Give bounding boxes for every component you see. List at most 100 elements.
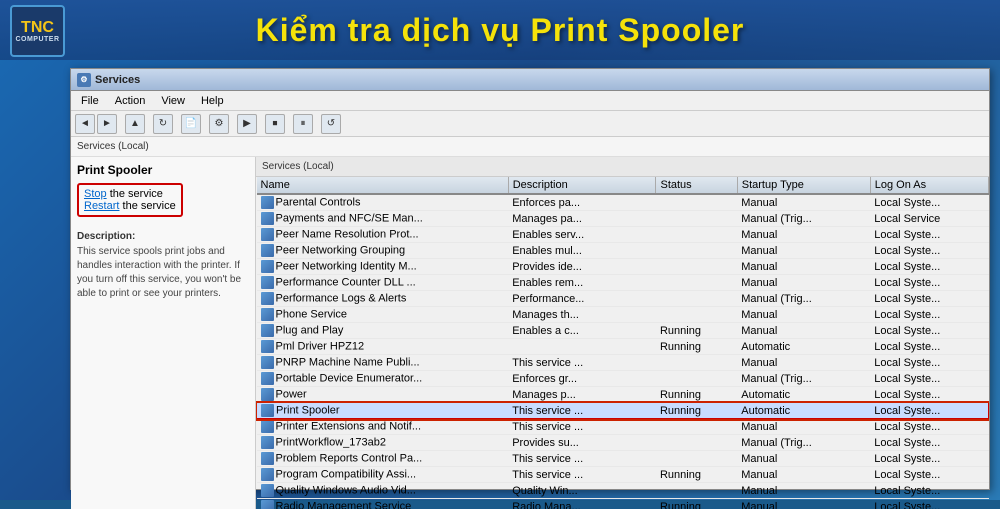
table-row[interactable]: Plug and Play Enables a c... Running Man… — [257, 323, 989, 339]
services-window: ⚙ Services File Action View Help ◄ ► ▲ ↻… — [70, 68, 990, 490]
service-status — [656, 211, 737, 227]
service-name: PNRP Machine Name Publi... — [257, 355, 509, 371]
service-name: Peer Networking Grouping — [257, 243, 509, 259]
service-startup: Manual — [737, 451, 870, 467]
col-description[interactable]: Description — [508, 177, 656, 194]
service-name: Portable Device Enumerator... — [257, 371, 509, 387]
table-row[interactable]: Radio Management Service Radio Mana... R… — [257, 499, 989, 509]
table-row[interactable]: Pml Driver HPZ12 Running Automatic Local… — [257, 339, 989, 355]
service-name: Phone Service — [257, 307, 509, 323]
service-description: This service ... — [508, 403, 656, 419]
service-startup: Manual (Trig... — [737, 371, 870, 387]
service-status — [656, 371, 737, 387]
table-row[interactable]: Phone Service Manages th... Manual Local… — [257, 307, 989, 323]
service-actions-box: Stop the service Restart the service — [77, 183, 183, 217]
service-status — [656, 243, 737, 259]
service-description: Enables rem... — [508, 275, 656, 291]
logo-tnc: TNC — [21, 20, 54, 36]
menu-help[interactable]: Help — [195, 93, 230, 109]
service-startup: Automatic — [737, 339, 870, 355]
table-row[interactable]: Power Manages p... Running Automatic Loc… — [257, 387, 989, 403]
table-row[interactable]: Peer Networking Grouping Enables mul... … — [257, 243, 989, 259]
service-logon: Local Syste... — [870, 291, 988, 307]
stop-service-link[interactable]: Stop the service — [84, 188, 176, 200]
service-status — [656, 451, 737, 467]
service-description: Provides su... — [508, 435, 656, 451]
service-logon: Local Syste... — [870, 355, 988, 371]
service-startup: Manual — [737, 419, 870, 435]
service-description: Manages p... — [508, 387, 656, 403]
toolbar-up[interactable]: ▲ — [125, 114, 145, 134]
menu-view[interactable]: View — [155, 93, 191, 109]
service-name: Quality Windows Audio Vid... — [257, 483, 509, 499]
toolbar-stop[interactable]: ⏹ — [265, 114, 285, 134]
table-row[interactable]: Portable Device Enumerator... Enforces g… — [257, 371, 989, 387]
service-logon: Local Syste... — [870, 323, 988, 339]
panel-links: Stop the service Restart the service — [77, 183, 249, 221]
table-row[interactable]: Program Compatibility Assi... This servi… — [257, 467, 989, 483]
toolbar-back[interactable]: ◄ — [75, 114, 95, 134]
toolbar-export[interactable]: 📄 — [181, 114, 201, 134]
restart-service-link[interactable]: Restart the service — [84, 200, 176, 212]
service-name: Plug and Play — [257, 323, 509, 339]
service-status — [656, 483, 737, 499]
service-status — [656, 259, 737, 275]
service-logon: Local Syste... — [870, 499, 988, 509]
service-description: Enables serv... — [508, 227, 656, 243]
table-row[interactable]: Quality Windows Audio Vid... Quality Win… — [257, 483, 989, 499]
table-row[interactable]: Peer Networking Identity M... Provides i… — [257, 259, 989, 275]
service-logon: Local Syste... — [870, 259, 988, 275]
table-row[interactable]: Problem Reports Control Pa... This servi… — [257, 451, 989, 467]
service-logon: Local Syste... — [870, 371, 988, 387]
service-description: This service ... — [508, 451, 656, 467]
toolbar-restart[interactable]: ↺ — [321, 114, 341, 134]
service-startup: Automatic — [737, 403, 870, 419]
service-startup: Manual (Trig... — [737, 211, 870, 227]
service-description: Manages th... — [508, 307, 656, 323]
services-table[interactable]: Name Description Status Startup Type Log… — [256, 177, 989, 509]
col-logon[interactable]: Log On As — [870, 177, 988, 194]
service-name: Print Spooler — [257, 403, 509, 419]
service-name: Peer Name Resolution Prot... — [257, 227, 509, 243]
table-row[interactable]: Parental Controls Enforces pa... Manual … — [257, 194, 989, 211]
service-logon: Local Syste... — [870, 243, 988, 259]
col-startup[interactable]: Startup Type — [737, 177, 870, 194]
service-startup: Manual — [737, 467, 870, 483]
service-startup: Manual — [737, 483, 870, 499]
menu-action[interactable]: Action — [109, 93, 152, 109]
table-row[interactable]: Printer Extensions and Notif... This ser… — [257, 419, 989, 435]
table-row[interactable]: Print Spooler This service ... Running A… — [257, 403, 989, 419]
col-name[interactable]: Name — [257, 177, 509, 194]
table-row[interactable]: PrintWorkflow_173ab2 Provides su... Manu… — [257, 435, 989, 451]
toolbar-play[interactable]: ▶ — [237, 114, 257, 134]
service-startup: Automatic — [737, 387, 870, 403]
table-row[interactable]: Peer Name Resolution Prot... Enables ser… — [257, 227, 989, 243]
service-description: This service ... — [508, 419, 656, 435]
service-description: Radio Mana... — [508, 499, 656, 509]
panel-section-title: Print Spooler — [77, 163, 249, 177]
service-description: Provides ide... — [508, 259, 656, 275]
service-startup: Manual — [737, 227, 870, 243]
table-row[interactable]: Performance Counter DLL ... Enables rem.… — [257, 275, 989, 291]
table-row[interactable]: Payments and NFC/SE Man... Manages pa...… — [257, 211, 989, 227]
table-row[interactable]: PNRP Machine Name Publi... This service … — [257, 355, 989, 371]
service-startup: Manual (Trig... — [737, 291, 870, 307]
service-logon: Local Syste... — [870, 227, 988, 243]
toolbar-properties[interactable]: ⚙ — [209, 114, 229, 134]
service-startup: Manual — [737, 323, 870, 339]
toolbar-refresh[interactable]: ↻ — [153, 114, 173, 134]
service-description: This service ... — [508, 355, 656, 371]
toolbar-forward[interactable]: ► — [97, 114, 117, 134]
service-status: Running — [656, 499, 737, 509]
service-logon: Local Syste... — [870, 194, 988, 211]
description-text: This service spools print jobs and handl… — [77, 245, 249, 301]
window-icon: ⚙ — [77, 73, 91, 87]
logo-sub: COMPUTER — [15, 36, 59, 43]
toolbar-pause[interactable]: ⏸ — [293, 114, 313, 134]
menu-file[interactable]: File — [75, 93, 105, 109]
service-status — [656, 291, 737, 307]
service-name: Pml Driver HPZ12 — [257, 339, 509, 355]
table-row[interactable]: Performance Logs & Alerts Performance...… — [257, 291, 989, 307]
service-startup: Manual — [737, 355, 870, 371]
col-status[interactable]: Status — [656, 177, 737, 194]
